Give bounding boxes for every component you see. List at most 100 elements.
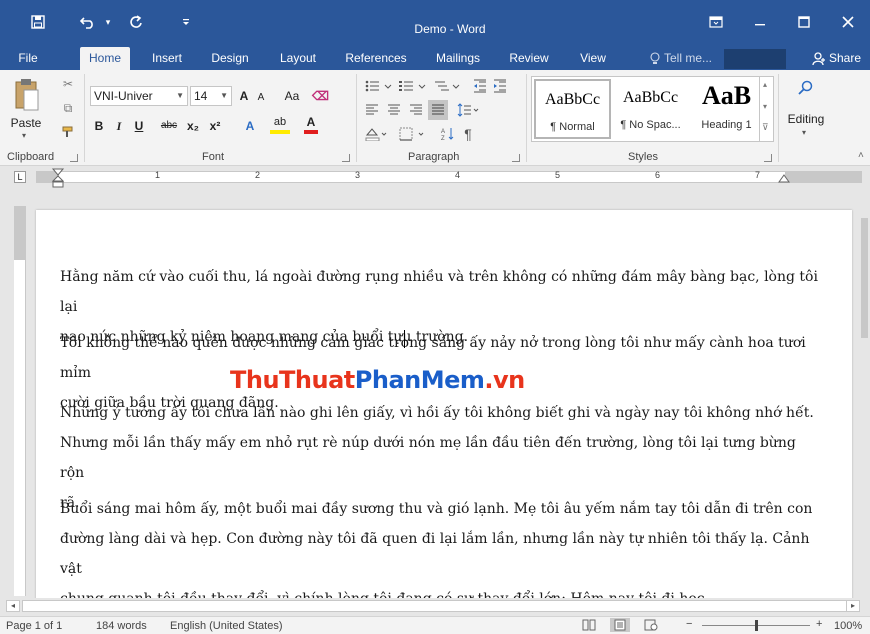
account-box[interactable] xyxy=(724,49,786,69)
align-left-icon[interactable] xyxy=(364,102,380,118)
bold-button[interactable]: B xyxy=(92,116,106,136)
strikethrough-button[interactable]: abc xyxy=(158,116,180,136)
line-spacing-icon[interactable] xyxy=(456,102,482,118)
decrease-indent-icon[interactable] xyxy=(472,78,488,94)
ruler-number: 4 xyxy=(455,170,461,180)
minimize-icon[interactable] xyxy=(738,0,782,44)
styles-scrollbar[interactable]: ▴ ▾ ⊽ xyxy=(759,76,774,142)
tab-design[interactable]: Design xyxy=(204,47,256,70)
paste-dropdown-icon: ▾ xyxy=(22,131,27,140)
maximize-icon[interactable] xyxy=(782,0,826,44)
more-styles-icon[interactable]: ⊽ xyxy=(762,122,769,133)
cut-icon[interactable]: ✂ xyxy=(60,76,76,92)
format-painter-icon[interactable] xyxy=(60,124,76,140)
tab-home[interactable]: Home xyxy=(80,47,130,70)
tell-me-box[interactable]: Tell me... xyxy=(650,47,712,70)
show-formatting-marks-button[interactable]: ¶ xyxy=(460,124,476,144)
paragraph-launcher-icon[interactable] xyxy=(512,154,520,162)
font-size-combo[interactable]: 14 ▼ xyxy=(190,86,232,106)
font-launcher-icon[interactable] xyxy=(342,154,350,162)
superscript-button[interactable]: x² xyxy=(206,116,224,136)
tab-mailings[interactable]: Mailings xyxy=(428,47,488,70)
zoom-slider-thumb[interactable] xyxy=(755,620,758,631)
sort-icon[interactable]: AZ xyxy=(440,126,456,142)
bullets-icon[interactable] xyxy=(364,78,394,94)
horizontal-scrollbar[interactable]: ◂ ▸ xyxy=(0,598,870,614)
zoom-in-icon[interactable]: + xyxy=(816,618,822,630)
style-heading-1[interactable]: AaB Heading 1 xyxy=(688,79,765,139)
undo-dropdown-icon[interactable]: ▾ xyxy=(102,7,114,37)
multilevel-list-icon[interactable] xyxy=(432,78,462,94)
borders-icon[interactable] xyxy=(398,126,428,142)
clear-formatting-icon[interactable]: ⌫ xyxy=(312,86,329,106)
subscript-button[interactable]: x₂ xyxy=(184,116,202,136)
save-icon[interactable] xyxy=(24,7,52,37)
undo-icon[interactable] xyxy=(74,7,102,37)
document-title: Demo - Word xyxy=(414,22,486,36)
paste-button[interactable]: Paste ▾ xyxy=(6,76,46,144)
font-color-button[interactable]: A xyxy=(304,114,318,134)
web-layout-icon[interactable] xyxy=(644,619,658,634)
title-bar: ▾ Demo - Word xyxy=(0,0,870,44)
tab-view[interactable]: View xyxy=(572,47,614,70)
customize-qat-icon[interactable] xyxy=(172,7,200,37)
align-right-icon[interactable] xyxy=(408,102,424,118)
horizontal-ruler[interactable]: L 1 2 3 4 5 6 7 xyxy=(0,166,870,188)
print-layout-icon[interactable] xyxy=(610,618,630,632)
zoom-out-icon[interactable]: − xyxy=(686,618,692,630)
change-case-button[interactable]: Aa xyxy=(278,86,306,106)
clipboard-launcher-icon[interactable] xyxy=(70,154,78,162)
style-preview: AaBbCc xyxy=(622,89,679,106)
style-preview: AaBbCc xyxy=(544,91,601,108)
text-line: đường làng dài và hẹp. Con đường này tôi… xyxy=(60,531,810,577)
italic-button[interactable]: I xyxy=(112,116,126,136)
styles-launcher-icon[interactable] xyxy=(764,154,772,162)
align-center-icon[interactable] xyxy=(386,102,402,118)
zoom-level[interactable]: 100% xyxy=(834,620,862,632)
indent-marker-icon[interactable] xyxy=(52,168,64,188)
paragraph-4[interactable]: Buổi sáng mai hôm ấy, một buổi mai đầy s… xyxy=(60,494,820,614)
copy-icon[interactable]: ⧉ xyxy=(60,100,76,116)
read-mode-icon[interactable] xyxy=(582,619,596,634)
font-size-value: 14 xyxy=(194,89,208,103)
redo-icon[interactable] xyxy=(122,7,150,37)
document-page[interactable]: Hằng năm cứ vào cuối thu, lá ngoài đường… xyxy=(36,210,852,610)
increase-indent-icon[interactable] xyxy=(492,78,508,94)
grow-font-button[interactable]: A xyxy=(236,86,252,106)
right-indent-marker-icon[interactable] xyxy=(778,174,790,184)
font-name-combo[interactable]: VNI-Univer ▼ xyxy=(90,86,188,106)
shading-icon[interactable] xyxy=(364,126,390,142)
language-status[interactable]: English (United States) xyxy=(170,620,283,632)
shrink-font-button[interactable]: A xyxy=(254,88,268,108)
scroll-right-icon[interactable]: ▸ xyxy=(846,600,860,612)
page-count[interactable]: Page 1 of 1 xyxy=(6,620,62,632)
tab-file[interactable]: File xyxy=(6,47,50,70)
vertical-scrollbar[interactable] xyxy=(858,188,870,598)
chevron-down-icon[interactable]: ▾ xyxy=(763,102,767,111)
font-name-value: VNI-Univer xyxy=(94,89,153,103)
chevron-up-icon[interactable]: ▴ xyxy=(763,80,767,89)
collapse-ribbon-icon[interactable]: ˄ xyxy=(858,150,864,161)
share-button[interactable]: Share xyxy=(812,47,861,70)
tab-insert[interactable]: Insert xyxy=(144,47,190,70)
tab-review[interactable]: Review xyxy=(504,47,554,70)
vertical-ruler[interactable] xyxy=(14,206,26,596)
style-normal[interactable]: AaBbCc ¶ Normal xyxy=(534,79,611,139)
tab-references[interactable]: References xyxy=(340,47,412,70)
word-count[interactable]: 184 words xyxy=(96,620,147,632)
horizontal-scrollbar-track[interactable] xyxy=(22,600,850,612)
scroll-left-icon[interactable]: ◂ xyxy=(6,600,20,612)
tab-selector-icon[interactable]: L xyxy=(14,171,26,183)
text-effects-button[interactable]: A xyxy=(242,116,258,136)
numbering-icon[interactable] xyxy=(398,78,428,94)
highlight-button[interactable]: ab xyxy=(270,114,290,134)
style-no-spacing[interactable]: AaBbCc ¶ No Spac... xyxy=(612,79,689,139)
justify-icon[interactable] xyxy=(428,100,448,120)
tab-layout[interactable]: Layout xyxy=(272,47,324,70)
close-icon[interactable] xyxy=(826,0,870,44)
ruler-number: 2 xyxy=(255,170,261,180)
vertical-scrollbar-thumb[interactable] xyxy=(861,218,868,338)
ribbon-display-options-icon[interactable] xyxy=(694,0,738,44)
editing-button[interactable]: Editing ▾ xyxy=(782,76,830,142)
underline-button[interactable]: U xyxy=(132,116,146,136)
